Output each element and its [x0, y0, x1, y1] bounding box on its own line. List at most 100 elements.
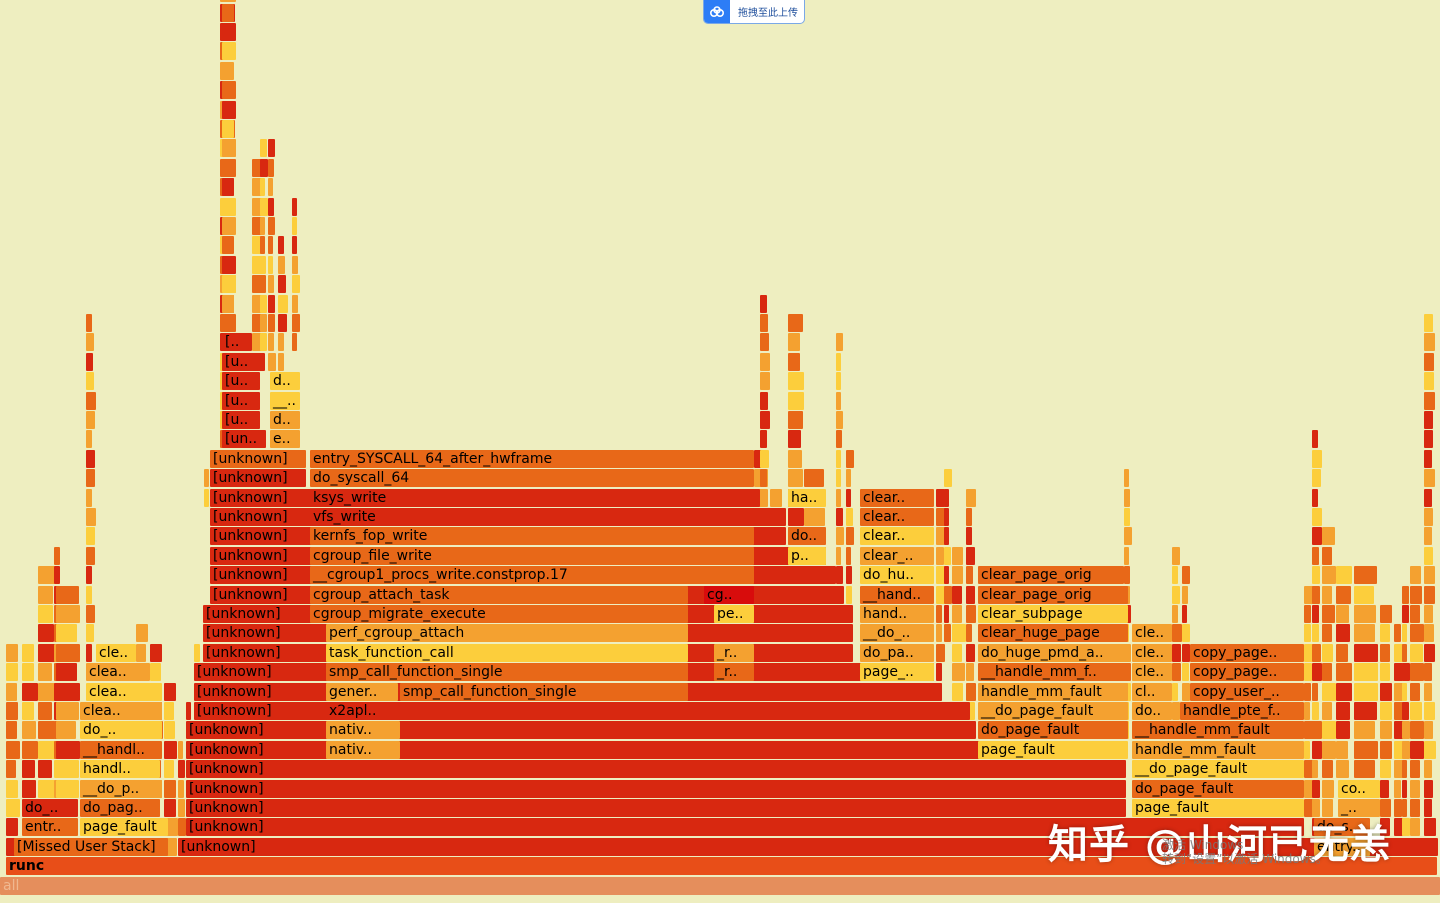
flame-frame[interactable]: do_hu.. [860, 566, 934, 585]
flame-frame-unlabeled[interactable] [22, 702, 34, 720]
flame-frame-unlabeled[interactable] [260, 139, 267, 158]
flame-frame[interactable]: do_.. [80, 721, 162, 740]
flame-frame[interactable]: handl.. [80, 760, 160, 779]
flame-frame-unlabeled[interactable] [56, 702, 79, 720]
flame-frame[interactable]: perf_cgroup_attach [326, 624, 688, 643]
flame-frame-unlabeled[interactable] [260, 275, 266, 294]
flame-frame-unlabeled[interactable] [6, 740, 20, 759]
flame-frame-unlabeled[interactable] [1312, 740, 1322, 759]
flame-frame[interactable]: __do_page_fault [1132, 760, 1304, 779]
flame-frame-unlabeled[interactable] [1410, 624, 1424, 643]
flame-frame-unlabeled[interactable] [1172, 585, 1180, 604]
flame-frame-unlabeled[interactable] [56, 605, 80, 623]
flame-frame-unlabeled[interactable] [204, 488, 209, 507]
flame-frame-unlabeled[interactable] [222, 314, 236, 332]
flame-frame[interactable]: __cgroup1_procs_write.constprop.17 [310, 566, 754, 585]
flame-frame-unlabeled[interactable] [1424, 585, 1435, 604]
flame-frame[interactable]: do.. [1132, 702, 1172, 720]
flame-frame-unlabeled[interactable] [1312, 760, 1318, 779]
flame-frame[interactable]: clear_page_orig [978, 566, 1124, 585]
flame-frame-unlabeled[interactable] [944, 624, 951, 643]
flame-frame-unlabeled[interactable] [178, 760, 185, 779]
flame-frame[interactable]: [unknown] [210, 469, 306, 488]
flame-frame-unlabeled[interactable] [278, 314, 287, 332]
flame-frame-unlabeled[interactable] [1182, 566, 1190, 585]
flame-frame-unlabeled[interactable] [1402, 779, 1407, 798]
flame-frame-unlabeled[interactable] [760, 372, 770, 391]
flame-frame-unlabeled[interactable] [788, 508, 804, 526]
flame-frame[interactable]: clear.. [860, 527, 934, 546]
flame-frame-unlabeled[interactable] [952, 566, 963, 585]
flame-frame-unlabeled[interactable] [278, 275, 286, 294]
flame-frame[interactable]: [unknown] [186, 760, 1126, 779]
flame-frame-unlabeled[interactable] [966, 643, 975, 662]
flame-frame[interactable]: __do_p.. [80, 779, 162, 798]
flame-frame-unlabeled[interactable] [1402, 760, 1407, 779]
flame-frame-unlabeled[interactable] [268, 255, 273, 274]
flame-frame-unlabeled[interactable] [1402, 605, 1409, 623]
flame-frame[interactable]: [unknown] [186, 799, 1126, 817]
flame-frame-unlabeled[interactable] [22, 779, 36, 798]
flame-frame-unlabeled[interactable] [966, 508, 972, 526]
flame-frame-unlabeled[interactable] [292, 236, 297, 255]
flame-frame-unlabeled[interactable] [1410, 721, 1424, 740]
flame-frame-unlabeled[interactable] [1172, 624, 1182, 643]
flame-frame-unlabeled[interactable] [1354, 721, 1375, 740]
flame-frame-unlabeled[interactable] [178, 740, 183, 759]
flame-frame-unlabeled[interactable] [292, 294, 298, 313]
flame-frame[interactable]: cle.. [1132, 663, 1172, 682]
flame-frame-unlabeled[interactable] [1380, 740, 1392, 759]
flame-frame-unlabeled[interactable] [136, 643, 146, 662]
flame-frame-unlabeled[interactable] [1354, 643, 1378, 662]
flame-frame[interactable]: page_fault [80, 818, 168, 837]
flame-frame-unlabeled[interactable] [1312, 624, 1319, 643]
flame-frame-unlabeled[interactable] [38, 624, 54, 643]
flame-frame-unlabeled[interactable] [292, 217, 297, 235]
flame-frame-unlabeled[interactable] [1354, 740, 1378, 759]
flame-frame-unlabeled[interactable] [194, 643, 200, 662]
flame-frame[interactable]: [unknown] [210, 449, 306, 468]
flame-frame-unlabeled[interactable] [1424, 352, 1434, 371]
flame-frame-unlabeled[interactable] [292, 314, 300, 332]
flame-frame-unlabeled[interactable] [966, 585, 975, 604]
flame-frame-unlabeled[interactable] [260, 197, 268, 216]
flame-frame-unlabeled[interactable] [86, 585, 92, 604]
flame-frame-unlabeled[interactable] [86, 391, 96, 410]
flame-frame-unlabeled[interactable] [22, 721, 36, 740]
flame-frame-unlabeled[interactable] [6, 779, 18, 798]
flame-frame-unlabeled[interactable] [1402, 702, 1409, 720]
flame-frame-unlabeled[interactable] [260, 255, 266, 274]
flame-frame-unlabeled[interactable] [944, 546, 951, 565]
flame-frame-unlabeled[interactable] [54, 546, 60, 565]
flame-frame-unlabeled[interactable] [952, 605, 962, 623]
flame-frame[interactable]: [u.. [222, 352, 260, 371]
flame-frame-unlabeled[interactable] [86, 624, 94, 643]
flame-frame-unlabeled[interactable] [222, 178, 234, 197]
flame-frame[interactable]: do_.. [22, 799, 78, 817]
flame-frame-unlabeled[interactable] [1424, 760, 1432, 779]
flame-frame-unlabeled[interactable] [936, 643, 945, 662]
flame-frame-unlabeled[interactable] [1312, 449, 1322, 468]
flame-frame-unlabeled[interactable] [1312, 488, 1318, 507]
flame-frame-unlabeled[interactable] [178, 799, 185, 817]
flame-frame-unlabeled[interactable] [1424, 488, 1432, 507]
flame-frame-unlabeled[interactable] [86, 333, 94, 352]
flame-frame-unlabeled[interactable] [1394, 799, 1402, 817]
flame-frame-unlabeled[interactable] [164, 682, 176, 701]
flame-frame-unlabeled[interactable] [952, 624, 966, 643]
flame-frame[interactable]: [.. [222, 333, 252, 352]
flame-frame-unlabeled[interactable] [1172, 682, 1178, 701]
flame-frame-unlabeled[interactable] [268, 217, 275, 235]
flame-frame-unlabeled[interactable] [1410, 605, 1420, 623]
flame-frame[interactable]: __do_.. [860, 624, 934, 643]
flame-frame-unlabeled[interactable] [1380, 643, 1390, 662]
flame-frame[interactable]: cle.. [1132, 643, 1172, 662]
flame-frame-unlabeled[interactable] [292, 333, 297, 352]
flame-frame-unlabeled[interactable] [6, 682, 17, 701]
flame-frame-unlabeled[interactable] [1336, 566, 1352, 585]
flame-frame-unlabeled[interactable] [86, 352, 93, 371]
flame-frame-unlabeled[interactable] [1424, 333, 1435, 352]
flame-frame-unlabeled[interactable] [1322, 760, 1333, 779]
flame-frame-unlabeled[interactable] [966, 566, 973, 585]
flame-frame[interactable]: cle.. [1132, 624, 1172, 643]
